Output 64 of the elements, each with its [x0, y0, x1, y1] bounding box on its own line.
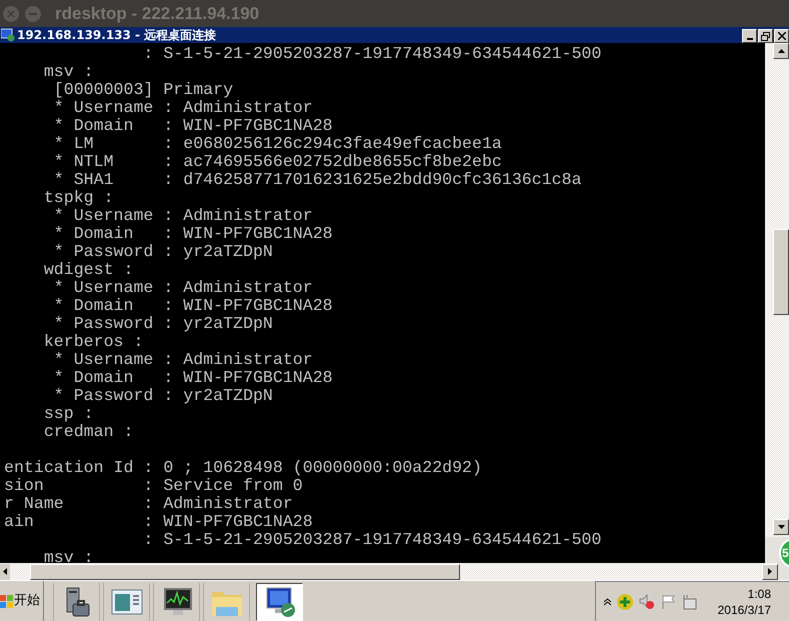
console-line: * SHA1 : d7462587717016231625e2bdd90cfc36136c1c8a [52, 171, 583, 189]
console-line: * Password : yr2aTZDpN [52, 315, 274, 333]
scroll-thumb[interactable] [773, 229, 789, 315]
scroll-down-button[interactable] [773, 519, 789, 535]
console-line: kerberos : [42, 333, 144, 351]
remote-desktop-icon [264, 586, 296, 618]
console-line: [00000003] Primary [52, 81, 234, 99]
window-icon [110, 588, 142, 616]
close-icon [778, 32, 786, 40]
console-line: r Name : Administrator [4, 495, 294, 513]
scroll-up-button[interactable] [773, 43, 789, 59]
console-line: * Username : Administrator [52, 99, 314, 117]
windows-logo-icon [0, 594, 13, 608]
window-title: rdesktop - 222.211.94.190 [55, 2, 260, 25]
console-line: * Password : yr2aTZDpN [52, 387, 274, 405]
console-line: * LM : e0680256126c294c3fae49efcacbee1a [52, 135, 503, 153]
remote-window-title: 192.168.139.133 - 远程桌面连接 [17, 29, 216, 41]
minimize-button[interactable] [742, 29, 757, 43]
console-line: ain : WIN-PF7GBC1NA28 [4, 513, 314, 531]
console-line: sion : Service from 0 [4, 477, 304, 495]
plus-icon[interactable] [617, 594, 633, 610]
down-arrow-icon [778, 525, 784, 529]
console-line: msv : [42, 63, 95, 81]
network-icon[interactable] [681, 594, 697, 610]
taskbar-button[interactable] [153, 583, 200, 621]
chevron-up-icon[interactable] [604, 598, 611, 606]
clock-date: 2016/3/17 [718, 602, 771, 618]
horizontal-scrollbar[interactable] [0, 563, 778, 580]
scroll-left-button[interactable] [0, 564, 10, 580]
console-line: * Username : Administrator [52, 279, 314, 297]
taskbar-button[interactable] [53, 583, 100, 621]
console-line: credman : [42, 423, 134, 441]
speaker-muted-icon[interactable] [639, 594, 655, 610]
scroll-thumb[interactable] [30, 564, 460, 580]
console-line: wdigest : [42, 261, 134, 279]
console-line: : S-1-5-21-2905203287-1917748349-634544621-500 [142, 531, 602, 549]
remote-desktop-icon [1, 28, 15, 42]
flag-icon[interactable] [661, 594, 675, 610]
console-line: tspkg : [42, 189, 115, 207]
close-button[interactable] [774, 29, 789, 43]
restore-icon [761, 32, 770, 40]
clock-time: 1:08 [748, 586, 771, 602]
left-arrow-icon [3, 568, 7, 575]
console-line: * Domain : WIN-PF7GBC1NA28 [52, 369, 334, 387]
right-arrow-icon [768, 568, 772, 575]
up-arrow-icon [778, 49, 784, 53]
close-icon [7, 10, 15, 18]
console-line: : S-1-5-21-2905203287-1917748349-634544621-500 [142, 45, 602, 63]
console-line: * NTLM : ac74695566e02752dbe8655cf8be2ebc [52, 153, 503, 171]
console-line: entication Id : 0 ; 10628498 (00000000:00a22d92) [4, 459, 483, 477]
console-line: * Domain : WIN-PF7GBC1NA28 [52, 225, 334, 243]
console-line: * Domain : WIN-PF7GBC1NA28 [52, 117, 334, 135]
scroll-right-button[interactable] [762, 564, 778, 580]
vertical-scrollbar[interactable] [765, 43, 789, 537]
console-line: msv : [42, 549, 95, 563]
start-button[interactable]: 开始 [0, 581, 44, 621]
taskbar-button[interactable] [256, 583, 303, 621]
restore-button[interactable] [758, 29, 773, 43]
console-line: * Username : Administrator [52, 351, 314, 369]
console-line: * Username : Administrator [52, 207, 314, 225]
console-line: * Password : yr2aTZDpN [52, 243, 274, 261]
console-line: * Domain : WIN-PF7GBC1NA28 [52, 297, 334, 315]
console-line: ssp : [42, 405, 95, 423]
minimize-icon [746, 38, 752, 40]
